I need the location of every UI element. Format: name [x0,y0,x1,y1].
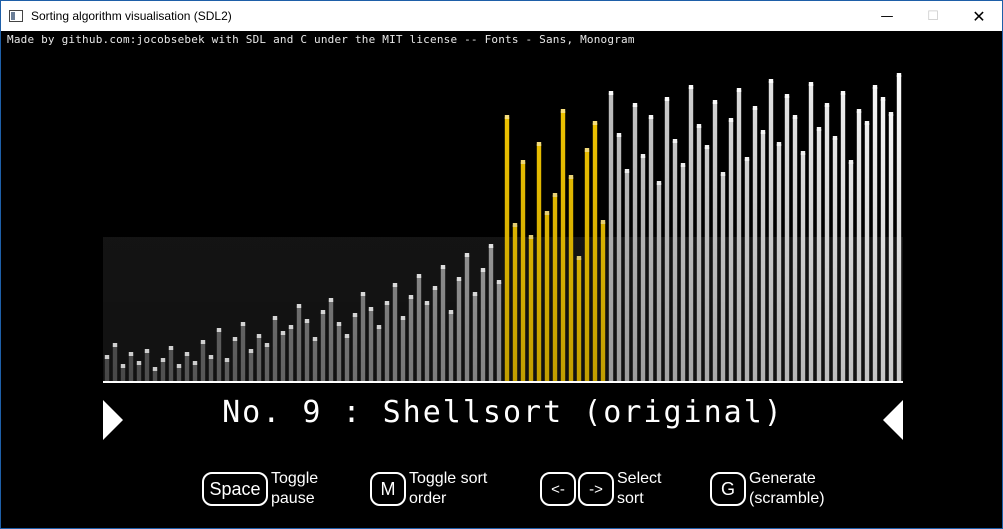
app-icon [9,10,23,22]
maximize-button[interactable]: ☐ [910,1,956,31]
close-button[interactable]: ✕ [956,1,1002,31]
bar-fade-overlay [103,67,903,381]
title-bar[interactable]: Sorting algorithm visualisation (SDL2) —… [1,1,1002,31]
close-icon: ✕ [972,6,986,26]
right-arrow-key: -> [578,472,614,506]
window-title: Sorting algorithm visualisation (SDL2) [31,9,232,23]
control-label: Toggle sort order [409,470,488,507]
baseline [103,381,903,383]
controls-help: Space Toggle pause M Toggle sort order <… [1,469,1002,513]
control-toggle-order: M Toggle sort order [370,469,487,509]
sorting-bar-chart [103,67,903,383]
space-key: Space [202,472,268,506]
algorithm-title: No. 9 : Shellsort (original) [222,395,784,430]
minimize-button[interactable]: — [864,1,910,31]
control-label: Generate (scramble) [749,470,825,507]
maximize-icon: ☐ [927,8,939,24]
left-arrow-key: <- [540,472,576,506]
app-window: Sorting algorithm visualisation (SDL2) —… [0,0,1003,529]
control-toggle-pause: Space Toggle pause [202,469,318,509]
algorithm-selector: No. 9 : Shellsort (original) [103,393,903,441]
control-generate: G Generate (scramble) [710,469,825,509]
g-key: G [710,472,746,506]
control-label: Select sort [617,470,662,507]
control-label: Toggle pause [271,470,319,507]
minimize-icon: — [880,8,894,24]
control-select-sort: <- -> Select sort [540,469,661,509]
triangle-left-icon[interactable] [883,400,903,440]
m-key: M [370,472,406,506]
credits-text: Made by github.com:jocobsebek with SDL a… [7,33,635,46]
